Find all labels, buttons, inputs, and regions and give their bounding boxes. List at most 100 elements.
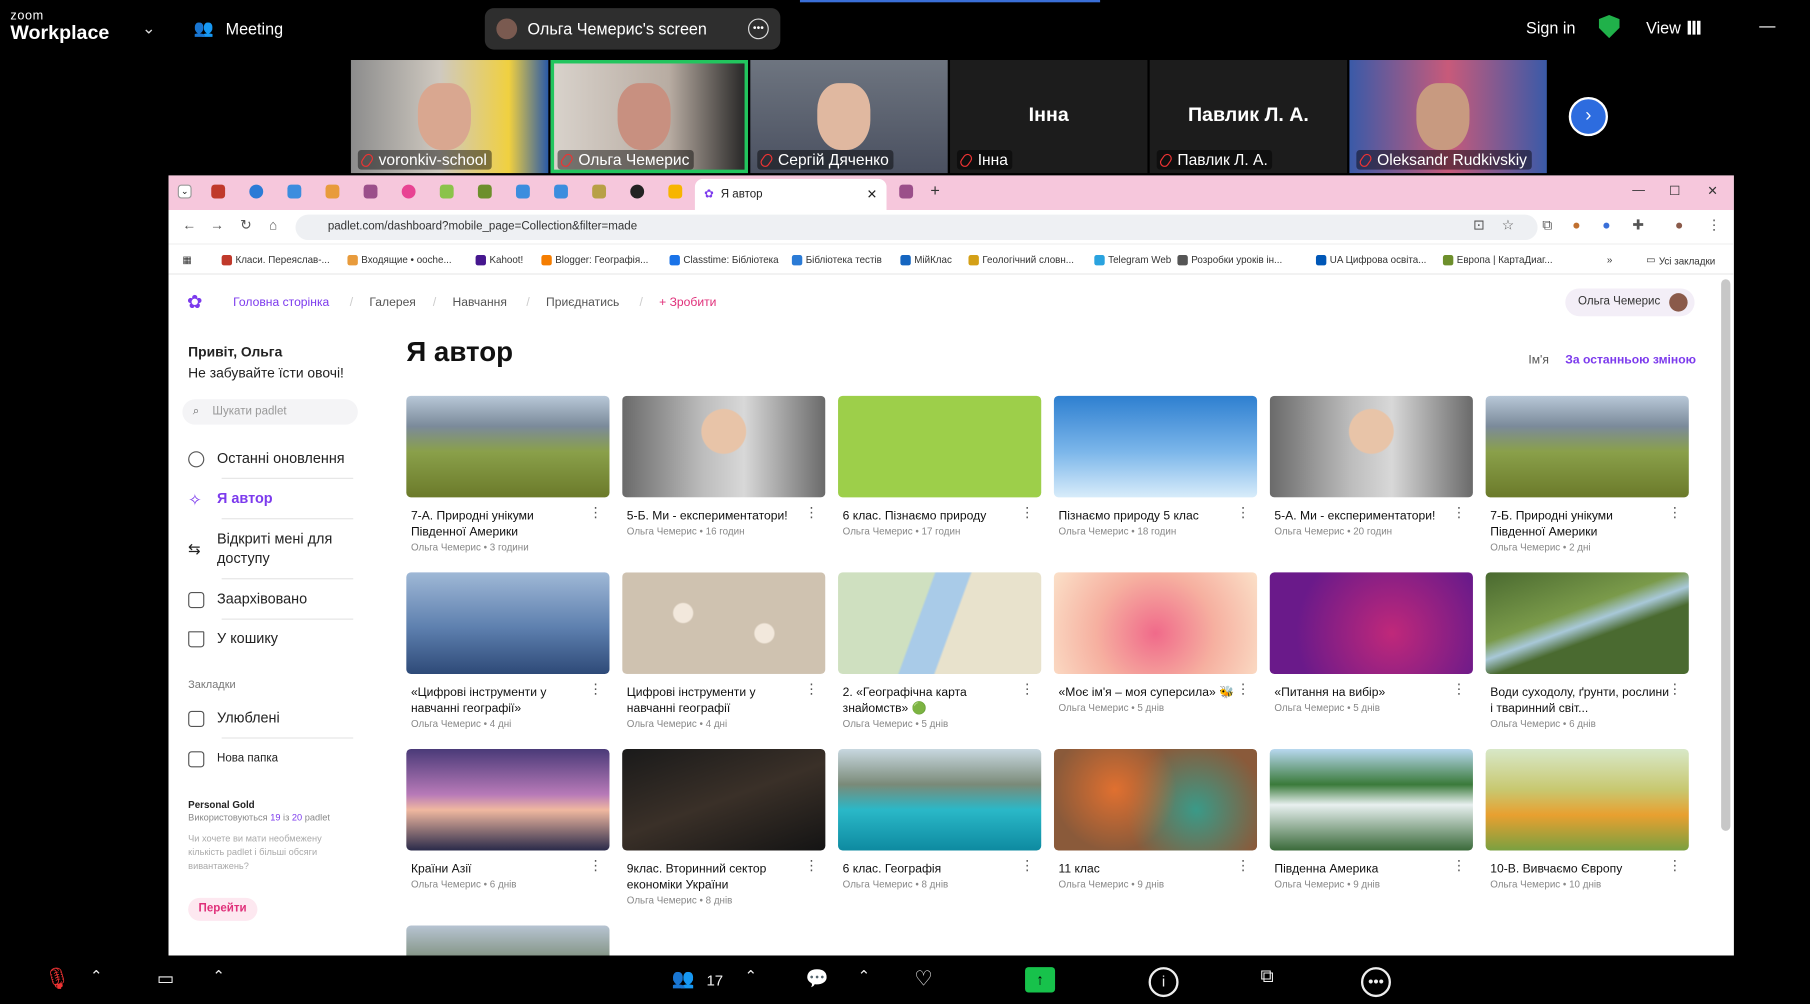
tab-favicon-icon[interactable]: [899, 184, 914, 199]
tab-favicon-icon[interactable]: [401, 184, 416, 199]
kebab-menu-icon[interactable]: ⋮: [805, 682, 819, 696]
extension-icon[interactable]: ⧉: [1542, 217, 1552, 234]
more-options-icon[interactable]: •••: [748, 18, 769, 40]
search-input[interactable]: ⌕ Шукати padlet: [182, 399, 358, 425]
padlet-thumbnail[interactable]: [1485, 748, 1689, 851]
kebab-menu-icon[interactable]: ⋮: [1236, 859, 1250, 873]
padlet-thumbnail[interactable]: [1485, 572, 1689, 674]
puzzle-icon[interactable]: ✚: [1632, 217, 1644, 233]
padlet-card[interactable]: 10-В. Вивчаємо Європу Ольга Чемерис • 10 …: [1485, 748, 1689, 890]
kebab-menu-icon[interactable]: ⋮: [1452, 859, 1466, 873]
padlet-thumbnail[interactable]: [622, 572, 826, 674]
apps-icon[interactable]: ⧉: [1261, 967, 1274, 988]
padlet-card[interactable]: 6 клас. Географія Ольга Чемерис • 8 днів ⋮: [838, 748, 1042, 890]
info-icon[interactable]: i: [1148, 967, 1179, 998]
bookmarks-overflow-button[interactable]: »: [1607, 254, 1612, 266]
padlet-title[interactable]: 7-А. Природні унікуми Південної Америки: [406, 508, 591, 540]
view-button[interactable]: View: [1646, 18, 1702, 37]
tab-favicon-icon[interactable]: [668, 184, 683, 199]
padlet-title[interactable]: Південна Америка: [1270, 861, 1455, 877]
url-field[interactable]: padlet.com/dashboard?mobile_page=Collect…: [295, 214, 1538, 241]
bookmark-item[interactable]: Европа | КартаДиаг...: [1442, 254, 1553, 265]
padlet-title[interactable]: 6 клас. Географія: [838, 861, 1023, 877]
kebab-menu-icon[interactable]: ⋮: [589, 859, 603, 873]
padlet-card[interactable]: 5-А. Ми - експериментатори! Ольга Чемерис…: [1269, 395, 1473, 537]
tab-favicon-icon[interactable]: [211, 184, 226, 199]
kebab-menu-icon[interactable]: ⋮: [1452, 682, 1466, 696]
bookmark-item[interactable]: Розробки уроків ін...: [1177, 254, 1282, 265]
video-icon[interactable]: ▭: [157, 967, 174, 990]
padlet-title[interactable]: «Питання на вибір»: [1270, 684, 1455, 700]
sort-by-recent[interactable]: За останньою зміною: [1565, 353, 1696, 367]
bookmark-item[interactable]: Геологічний словн...: [968, 254, 1074, 265]
padlet-title[interactable]: 10-В. Вивчаємо Європу: [1486, 861, 1671, 877]
tab-favicon-icon[interactable]: [287, 184, 302, 199]
padlet-thumbnail[interactable]: [1269, 572, 1473, 674]
padlet-thumbnail-partial[interactable]: [406, 925, 610, 956]
kebab-menu-icon[interactable]: ⋮: [1668, 859, 1682, 873]
padlet-title[interactable]: 11 клас: [1054, 861, 1239, 877]
chevron-right-icon[interactable]: ›: [1568, 96, 1608, 137]
sort-by-name[interactable]: Ім'я: [1528, 353, 1549, 367]
padlet-title[interactable]: Пізнаємо природу 5 клас: [1054, 508, 1239, 524]
participants-icon[interactable]: 👥: [672, 967, 695, 990]
close-icon[interactable]: ✕: [867, 187, 878, 202]
shield-check-icon[interactable]: [1598, 15, 1620, 39]
back-icon[interactable]: ←: [182, 217, 196, 233]
kebab-menu-icon[interactable]: ⋮: [589, 505, 603, 519]
padlet-thumbnail[interactable]: [406, 572, 610, 674]
tab-favicon-icon[interactable]: [554, 184, 568, 199]
share-screen-icon[interactable]: ↑: [1025, 967, 1056, 993]
padlet-title[interactable]: 7-Б. Природні унікуми Південної Америки: [1486, 508, 1671, 540]
star-icon[interactable]: ☆: [1502, 217, 1514, 233]
more-icon[interactable]: •••: [1360, 967, 1391, 998]
sidebar-item-shared[interactable]: ⇆ Відкриті мені для доступу: [188, 530, 352, 569]
kebab-menu-icon[interactable]: ⋮: [1668, 505, 1682, 519]
tab-favicon-icon[interactable]: [325, 184, 340, 199]
padlet-title[interactable]: 5-А. Ми - експериментатори!: [1270, 508, 1455, 524]
reactions-icon[interactable]: ♡: [914, 967, 933, 991]
padlet-thumbnail[interactable]: [1053, 748, 1258, 851]
mic-muted-icon[interactable]: 🎙: [44, 967, 70, 991]
padlet-thumbnail[interactable]: [406, 748, 610, 851]
user-menu[interactable]: Ольга Чемерис: [1565, 288, 1695, 317]
close-icon[interactable]: ✕: [1707, 183, 1718, 199]
padlet-thumbnail[interactable]: [1053, 395, 1258, 498]
padlet-card[interactable]: 7-Б. Природні унікуми Південної Америки О…: [1485, 395, 1689, 553]
upgrade-button[interactable]: Перейти: [188, 897, 257, 921]
padlet-thumbnail[interactable]: [838, 395, 1042, 498]
chevron-up-icon[interactable]: ⌃: [745, 967, 758, 985]
kebab-menu-icon[interactable]: ⋮: [1707, 217, 1721, 233]
kebab-menu-icon[interactable]: ⋮: [1236, 505, 1250, 519]
forward-icon[interactable]: →: [210, 217, 224, 233]
tab-favicon-icon[interactable]: [363, 184, 378, 199]
apps-grid-icon[interactable]: ▦: [182, 254, 191, 267]
bookmark-item[interactable]: Classtime: Бібліотека: [669, 254, 779, 265]
kebab-menu-icon[interactable]: ⋮: [1236, 682, 1250, 696]
new-folder-button[interactable]: Нова папка: [188, 749, 352, 769]
participant-tile[interactable]: Ольга Чемерис: [550, 60, 749, 174]
minimize-icon[interactable]: —: [1759, 16, 1775, 34]
install-icon[interactable]: ⊡: [1473, 217, 1485, 233]
padlet-card[interactable]: 6 клас. Пізнаємо природу Ольга Чемерис • …: [838, 395, 1042, 537]
bookmark-item[interactable]: Telegram Web: [1094, 254, 1171, 265]
chat-icon[interactable]: 💬: [806, 967, 829, 990]
padlet-card[interactable]: 5-Б. Ми - експериментатори! Ольга Чемерис…: [622, 395, 826, 537]
kebab-menu-icon[interactable]: ⋮: [1020, 859, 1034, 873]
reload-icon[interactable]: ↻: [240, 217, 252, 233]
padlet-card[interactable]: 9клас. Вторинний сектор економіки Україн…: [622, 748, 826, 906]
chevron-up-icon[interactable]: ⌃: [90, 967, 103, 985]
padlet-thumbnail[interactable]: [622, 748, 826, 851]
scrollbar[interactable]: [1721, 279, 1731, 831]
kebab-menu-icon[interactable]: ⋮: [589, 682, 603, 696]
tab-list-icon[interactable]: ⌄: [177, 184, 192, 199]
participant-tile[interactable]: Інна Інна: [950, 60, 1148, 174]
participant-tile[interactable]: Oleksandr Rudkivskiy: [1349, 60, 1547, 174]
padlet-title[interactable]: 6 клас. Пізнаємо природу: [838, 508, 1023, 524]
kebab-menu-icon[interactable]: ⋮: [1452, 505, 1466, 519]
participant-tile[interactable]: voronkiv-school: [350, 60, 549, 174]
screen-share-pill[interactable]: Ольга Чемерис's screen •••: [484, 8, 781, 50]
maximize-icon[interactable]: ☐: [1669, 183, 1680, 199]
sidebar-item-trash[interactable]: У кошику: [188, 629, 352, 649]
bookmark-item[interactable]: Kahoot!: [475, 254, 523, 265]
